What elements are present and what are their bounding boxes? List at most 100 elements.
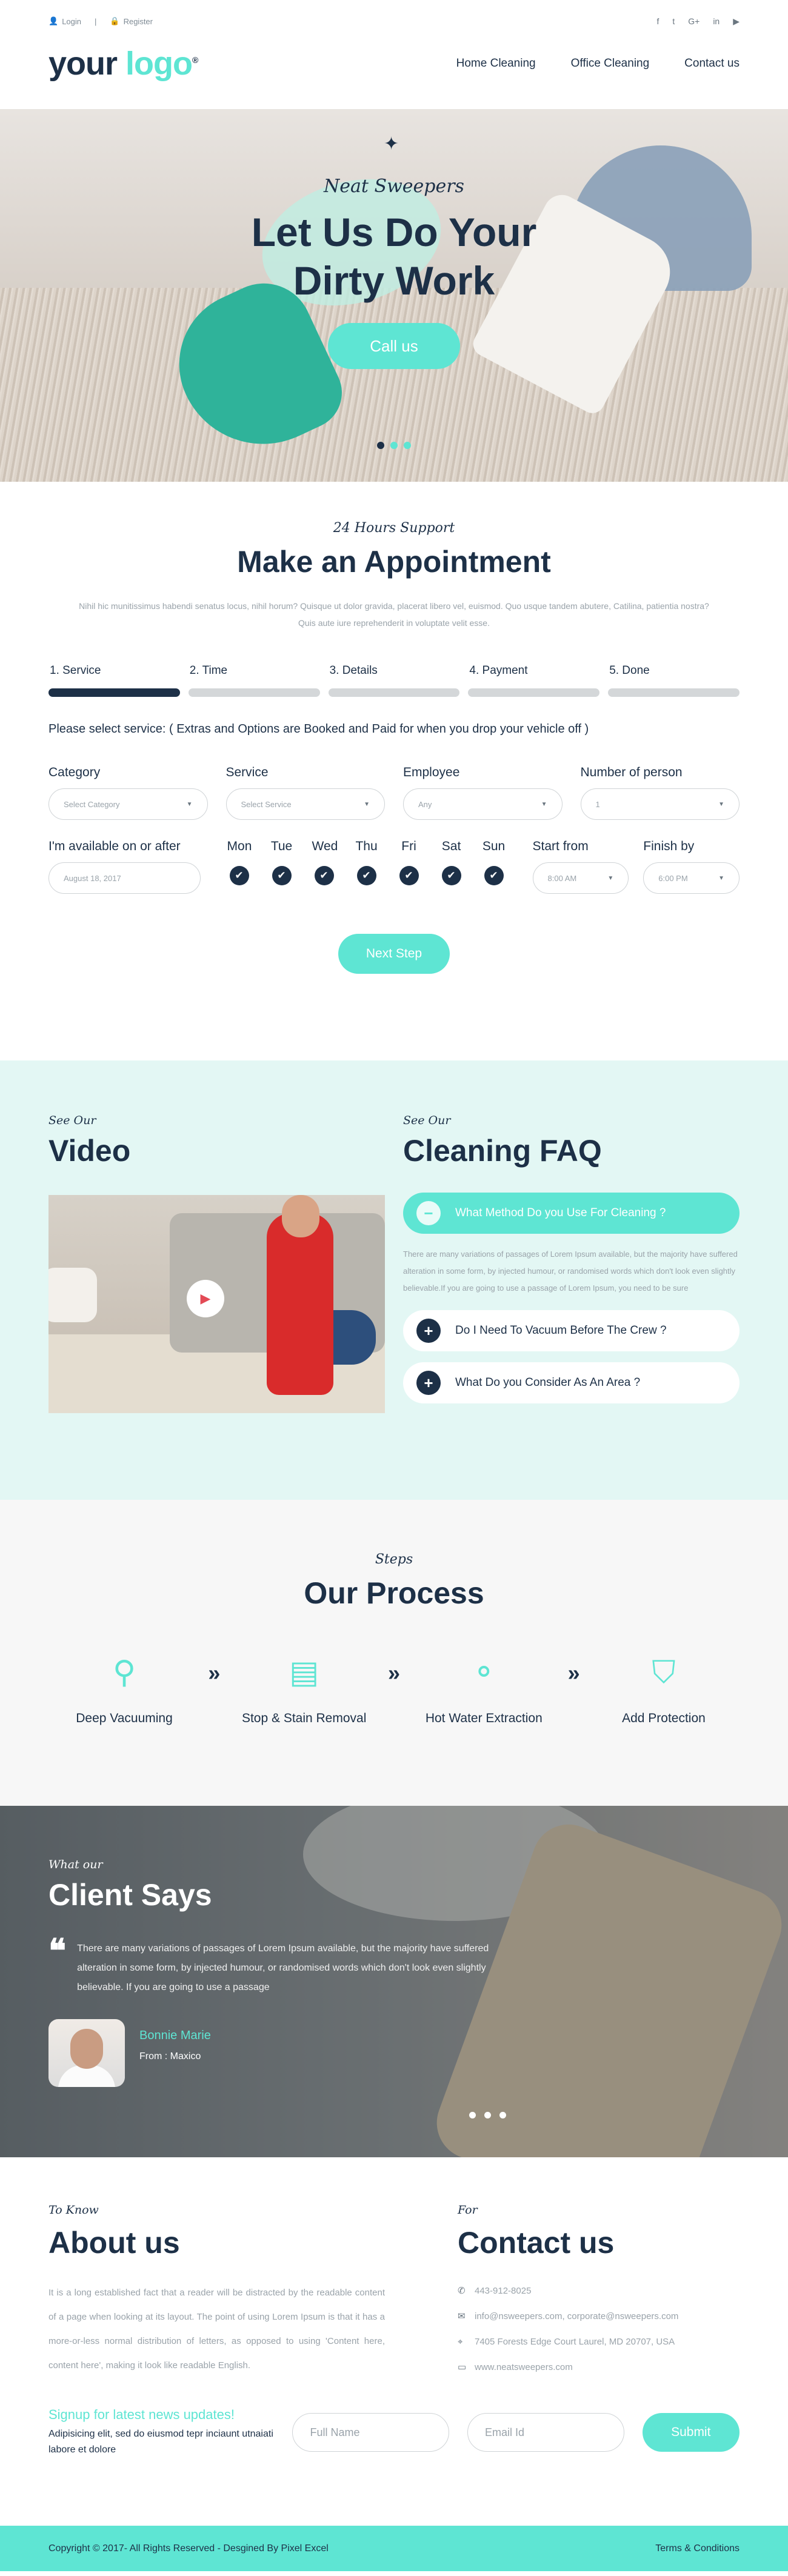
faq-item[interactable]: + What Do you Consider As An Area ? [403,1362,740,1403]
contact-email[interactable]: info@nsweepers.com, corporate@nsweepers.… [475,2304,678,2329]
start-time-select[interactable]: 8:00 AM ▼ [532,862,629,894]
category-select[interactable]: Select Category ▼ [48,788,208,820]
testimonial-kicker: What our [48,1858,103,1871]
youtube-icon[interactable]: ▶ [733,16,740,27]
nav-office-cleaning[interactable]: Office Cleaning [571,57,650,70]
site-logo[interactable]: your logo® [48,45,198,82]
day-checkbox-tue[interactable]: ✔ [272,866,292,885]
author-name: Bonnie Marie [139,2029,211,2042]
contact-website[interactable]: www.neatsweepers.com [475,2355,573,2380]
step-done[interactable]: 5. Done [608,664,740,697]
lock-icon: 🔒 [110,16,120,25]
nav-home-cleaning[interactable]: Home Cleaning [456,57,536,70]
faq-item[interactable]: − What Method Do you Use For Cleaning ? [403,1193,740,1234]
submit-button[interactable]: Submit [642,2413,740,2452]
about-kicker: To Know [48,2203,99,2217]
caret-down-icon: ▼ [607,874,614,882]
employee-select[interactable]: Any ▼ [403,788,563,820]
contact-kicker: For [458,2203,478,2217]
full-name-input[interactable]: Full Name [292,2413,449,2452]
hero-banner: ✦ Neat Sweepers Let Us Do Your Dirty Work… [0,109,788,482]
process-step-label: Add Protection [622,1711,706,1725]
slider-dots [0,442,788,449]
stain-removal-icon: ▤ [289,1655,319,1690]
chevrons-right-icon: » [208,1660,221,1685]
step-details[interactable]: 3. Details [328,664,460,697]
caret-down-icon: ▼ [718,874,724,882]
minus-icon: − [416,1201,441,1225]
slider-dot[interactable] [390,442,398,449]
top-bar: 👤 Login | 🔒 Register f t G+ in ▶ [0,0,788,42]
call-us-button[interactable]: Call us [328,323,460,369]
newsletter-text: Adipisicing elit, sed do eiusmod tepr in… [48,2429,273,2455]
day-checkbox-sat[interactable]: ✔ [441,866,461,885]
quote-icon: ❝ [48,1933,67,1969]
testimonial-title: Client Says [48,1878,212,1912]
login-link[interactable]: 👤 Login [48,16,81,26]
appointment-section: 24 Hours Support Make an Appointment Nih… [0,482,788,1060]
copyright: Copyright © 2017- All Rights Reserved - … [48,2543,329,2554]
spray-bottle-icon: ⛉ [652,1655,676,1690]
process-kicker: Steps [375,1552,413,1567]
service-note: Please select service: ( Extras and Opti… [48,722,589,736]
play-icon[interactable]: ▶ [187,1280,224,1317]
availability-label: I'm available on or after [48,839,181,853]
sparkle-icon: ✦ [384,134,399,154]
about-text: It is a long established fact that a rea… [48,2288,385,2371]
divider: | [95,16,97,26]
day-checkbox-thu[interactable]: ✔ [356,866,376,885]
vacuum-icon: ⚲ [112,1655,136,1690]
site-header: your logo® Home Cleaning Office Cleaning… [0,42,788,109]
faq-item[interactable]: + Do I Need To Vacuum Before The Crew ? [403,1310,740,1351]
step-service[interactable]: 1. Service [48,664,180,697]
slider-dot[interactable] [469,2112,476,2118]
category-label: Category [48,765,101,779]
caret-down-icon: ▼ [364,800,370,808]
contact-address: 7405 Forests Edge Court Laurel, MD 20707… [475,2337,675,2347]
process-section: Steps Our Process ⚲ Deep Vacuuming » ▤ Sto… [0,1500,788,1806]
contact-phone[interactable]: 443-912-8025 [475,2278,531,2304]
terms-link[interactable]: Terms & Conditions [655,2543,740,2554]
step-progress-bar [48,688,180,697]
persons-label: Number of person [580,765,683,779]
bubbles-icon: ⚬ [470,1655,498,1690]
weekday-checkboxes: Mon ✔ Tue ✔ Wed ✔ Thu ✔ Fri ✔ Sat ✔ Sun ✔ [227,839,506,885]
slider-dot[interactable] [484,2112,491,2118]
slider-dot[interactable] [404,442,411,449]
day-checkbox-wed[interactable]: ✔ [314,866,334,885]
twitter-icon[interactable]: t [672,16,675,27]
main-nav: Home Cleaning Office Cleaning Contact us [456,57,740,70]
email-input[interactable]: Email Id [467,2413,624,2452]
finish-time-select[interactable]: 6:00 PM ▼ [643,862,740,894]
step-progress-bar [188,688,320,697]
nav-contact-us[interactable]: Contact us [684,57,740,70]
footer: Copyright © 2017- All Rights Reserved - … [0,2526,788,2571]
service-select[interactable]: Select Service ▼ [225,788,385,820]
faq-kicker: See Our [403,1114,451,1127]
about-title: About us [48,2226,180,2260]
persons-select[interactable]: 1 ▼ [580,788,740,820]
contact-title: Contact us [458,2226,615,2260]
slider-dot[interactable] [499,2112,506,2118]
hero-kicker: Neat Sweepers [324,176,464,197]
map-pin-icon: ⌖ [458,2337,463,2347]
date-input[interactable]: August 18, 2017 [48,862,201,894]
step-payment[interactable]: 4. Payment [468,664,600,697]
day-checkbox-fri[interactable]: ✔ [399,866,419,885]
video-kicker: See Our [48,1114,96,1127]
next-step-button[interactable]: Next Step [338,934,450,974]
step-time[interactable]: 2. Time [188,664,320,697]
day-checkbox-sun[interactable]: ✔ [484,866,504,885]
step-progress-bar [608,688,740,697]
video-thumbnail[interactable]: ▶ [48,1195,385,1413]
day-checkbox-mon[interactable]: ✔ [229,866,249,885]
google-plus-icon[interactable]: G+ [688,16,700,27]
slider-dot[interactable] [377,442,384,449]
employee-label: Employee [403,765,460,779]
register-link[interactable]: 🔒 Register [110,16,153,26]
plus-icon: + [416,1319,441,1343]
testimonial-section: What our Client Says ❝ There are many var… [0,1806,788,2157]
linkedin-icon[interactable]: in [713,16,720,27]
facebook-icon[interactable]: f [656,16,659,27]
process-step-label: Deep Vacuuming [76,1711,173,1725]
